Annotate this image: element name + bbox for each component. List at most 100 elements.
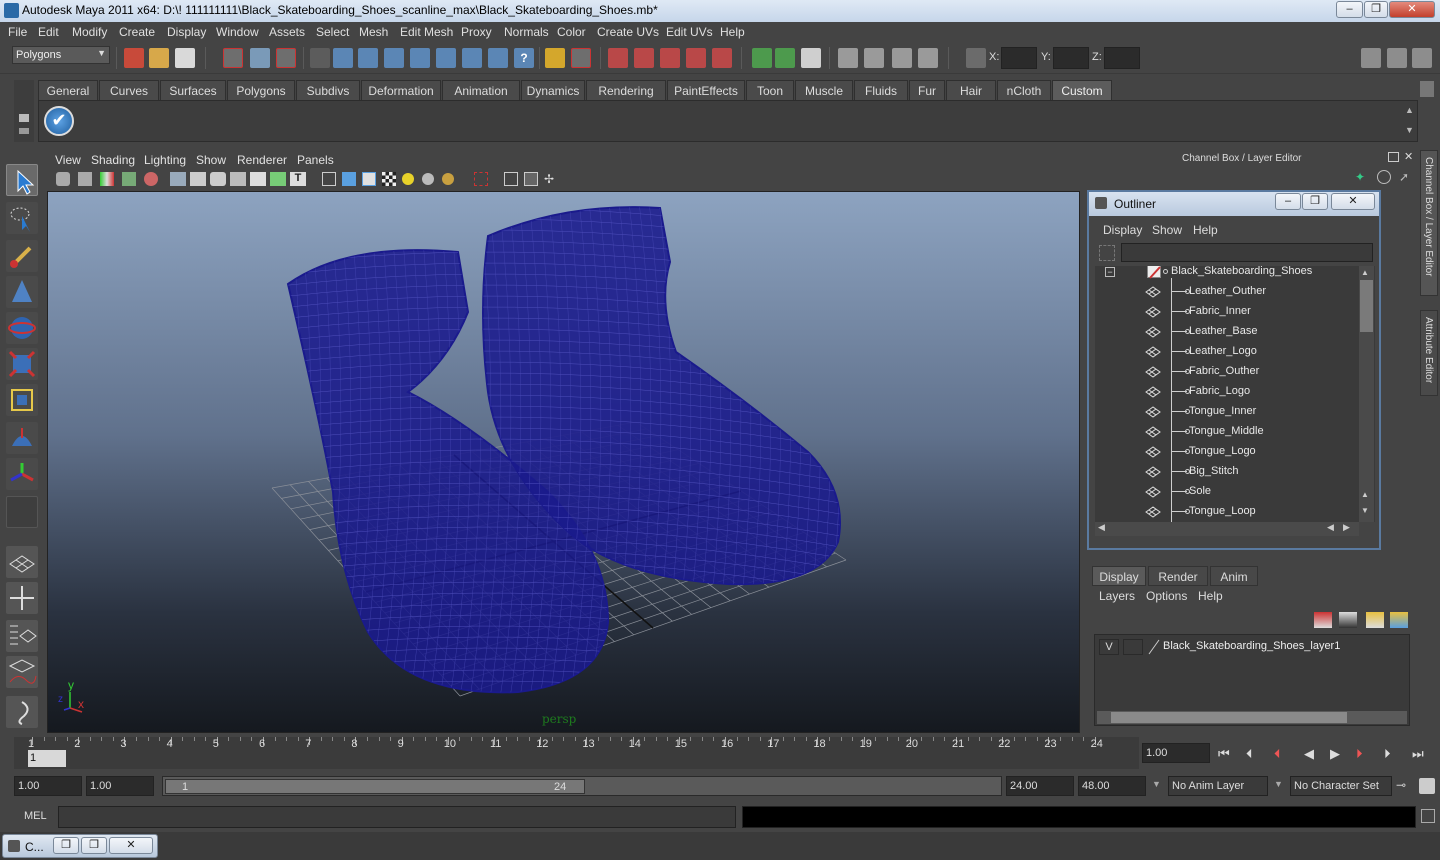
film-gate-icon[interactable] bbox=[190, 172, 206, 186]
step-back-frame-icon[interactable]: ⏴ bbox=[1246, 746, 1253, 762]
tab-subdivs[interactable]: Subdivs bbox=[296, 80, 360, 101]
layer-visibility-toggle[interactable]: V bbox=[1099, 639, 1119, 655]
x-input[interactable] bbox=[1001, 47, 1037, 69]
pick-walk-icon[interactable]: ➚ bbox=[1399, 170, 1413, 184]
select-tool-icon[interactable] bbox=[6, 164, 38, 196]
command-language-label[interactable]: MEL bbox=[24, 810, 47, 822]
persp-graph-layout-icon[interactable] bbox=[6, 656, 38, 688]
image-plane-icon[interactable] bbox=[122, 172, 136, 186]
scroll-down-icon[interactable]: ▼ bbox=[1361, 506, 1369, 515]
layer-tab-display[interactable]: Display bbox=[1092, 566, 1146, 586]
perspective-viewport[interactable]: persp y x z bbox=[47, 191, 1080, 733]
menu-assets[interactable]: Assets bbox=[269, 25, 305, 39]
menu-modify[interactable]: Modify bbox=[72, 25, 107, 39]
tab-rendering[interactable]: Rendering bbox=[586, 80, 666, 101]
collapse-icon[interactable]: − bbox=[1105, 267, 1115, 277]
shadows-icon[interactable] bbox=[442, 173, 454, 185]
current-time-field[interactable]: 1.00 bbox=[1142, 743, 1210, 763]
minimized-close-button[interactable]: ✕ bbox=[109, 837, 153, 854]
tab-surfaces[interactable]: Surfaces bbox=[160, 80, 226, 101]
camera-attributes-icon[interactable] bbox=[78, 172, 92, 186]
select-camera-icon[interactable] bbox=[56, 172, 70, 186]
outliner-item-root[interactable]: − Black_Skateboarding_Shoes bbox=[1095, 266, 1355, 282]
viewport-menu-view[interactable]: View bbox=[55, 153, 81, 167]
ipr-render-icon[interactable] bbox=[864, 48, 884, 68]
go-to-end-icon[interactable]: ⏭ bbox=[1412, 746, 1424, 762]
layer-tab-anim[interactable]: Anim bbox=[1210, 566, 1258, 586]
tab-animation[interactable]: Animation bbox=[442, 80, 520, 101]
maximize-button[interactable]: ❐ bbox=[1364, 1, 1388, 18]
help-question-icon[interactable]: ? bbox=[514, 48, 534, 68]
close-button[interactable]: ✕ bbox=[1389, 1, 1435, 18]
snap-to-view-planes-icon[interactable] bbox=[686, 48, 706, 68]
menu-display[interactable]: Display bbox=[167, 25, 206, 39]
outliner-item[interactable]: Leather_Base bbox=[1095, 322, 1355, 342]
channels-icon[interactable]: ✦ bbox=[1355, 170, 1369, 184]
start-time-field[interactable]: 1.00 bbox=[14, 776, 82, 796]
mode-selector[interactable]: Polygons ▼ bbox=[12, 46, 110, 64]
tab-curves[interactable]: Curves bbox=[99, 80, 159, 101]
range-slider-handle[interactable]: 1 24 bbox=[165, 779, 585, 794]
textured-icon[interactable] bbox=[382, 172, 396, 186]
render-settings-icon[interactable] bbox=[892, 48, 912, 68]
viewport-menu-show[interactable]: Show bbox=[196, 153, 226, 167]
construction-history-icon[interactable] bbox=[801, 48, 821, 68]
playback-end-field[interactable]: 24.00 bbox=[1006, 776, 1074, 796]
minimized-maximize-button[interactable]: ❐ bbox=[81, 837, 107, 854]
close-panel-icon[interactable]: ✕ bbox=[1404, 150, 1415, 163]
outliner-item[interactable]: Tongue_Inner bbox=[1095, 402, 1355, 422]
tab-dynamics[interactable]: Dynamics bbox=[521, 80, 585, 101]
select-deformations-icon[interactable] bbox=[436, 48, 456, 68]
outliner-vscrollbar[interactable]: ▲ ▲ ▼ bbox=[1359, 266, 1374, 522]
time-slider[interactable]: 1 2 3 4 5 6 7 8 9 10 11 12 13 14 15 16 17 18 19 20 21 22 23 24 … bbox=[14, 737, 1139, 769]
select-by-object-icon[interactable] bbox=[250, 48, 270, 68]
layer-menu-help[interactable]: Help bbox=[1198, 589, 1223, 603]
2d-pan-zoom-icon[interactable] bbox=[144, 172, 158, 186]
safe-title-icon[interactable]: T bbox=[290, 172, 306, 186]
outliner-search-field[interactable] bbox=[1121, 243, 1373, 262]
hypershade-icon[interactable] bbox=[918, 48, 938, 68]
save-scene-icon[interactable] bbox=[175, 48, 195, 68]
lasso-tool-icon[interactable] bbox=[6, 202, 38, 234]
outliner-item[interactable]: Fabric_Logo bbox=[1095, 382, 1355, 402]
menu-window[interactable]: Window bbox=[216, 25, 259, 39]
menu-create[interactable]: Create bbox=[119, 25, 155, 39]
transform-input-icon[interactable] bbox=[966, 48, 986, 68]
viewport-menu-renderer[interactable]: Renderer bbox=[237, 153, 287, 167]
show-hide-attribute-editor-icon[interactable] bbox=[1361, 48, 1381, 68]
shelf-scroll-up-icon[interactable]: ▲ bbox=[1405, 105, 1417, 115]
viewport-menu-lighting[interactable]: Lighting bbox=[144, 153, 186, 167]
layer-name[interactable]: Black_Skateboarding_Shoes_layer1 bbox=[1163, 640, 1340, 652]
outliner-item[interactable]: Fabric_Outher bbox=[1095, 362, 1355, 382]
layer-tab-render[interactable]: Render bbox=[1148, 566, 1208, 586]
persp-outliner-layout-icon[interactable] bbox=[6, 620, 38, 652]
anim-layer-dropdown[interactable]: No Anim Layer bbox=[1168, 776, 1268, 796]
end-time-field[interactable]: 48.00 bbox=[1078, 776, 1146, 796]
animation-preferences-icon[interactable] bbox=[1419, 778, 1435, 794]
shelf-menu-icon[interactable] bbox=[19, 114, 29, 122]
outliner-menu-help[interactable]: Help bbox=[1193, 223, 1218, 237]
show-hide-channel-box-icon[interactable] bbox=[1412, 48, 1432, 68]
move-layer-up-icon[interactable] bbox=[1314, 612, 1332, 628]
menu-edit-uvs[interactable]: Edit UVs bbox=[666, 25, 713, 39]
character-set-dropdown[interactable]: No Character Set bbox=[1290, 776, 1392, 796]
gate-mask-icon[interactable] bbox=[230, 172, 246, 186]
outliner-item[interactable]: Leather_Logo bbox=[1095, 342, 1355, 362]
tab-muscle[interactable]: Muscle bbox=[795, 80, 853, 101]
menu-select[interactable]: Select bbox=[316, 25, 349, 39]
layer-type-toggle[interactable] bbox=[1123, 639, 1143, 655]
make-live-icon[interactable] bbox=[712, 48, 732, 68]
scroll-right-icon[interactable]: ▶ bbox=[1343, 522, 1350, 533]
input-operations-icon[interactable] bbox=[752, 48, 772, 68]
viewport-menu-shading[interactable]: Shading bbox=[91, 153, 135, 167]
step-back-key-icon[interactable]: ⏴ bbox=[1274, 746, 1281, 762]
side-tab-attribute-editor[interactable]: Attribute Editor bbox=[1420, 310, 1438, 396]
menu-edit[interactable]: Edit bbox=[38, 25, 59, 39]
rotate-tool-icon[interactable] bbox=[6, 312, 38, 344]
objects-icon[interactable] bbox=[1377, 170, 1391, 184]
scroll-left-icon[interactable]: ◀ bbox=[1327, 522, 1334, 533]
menu-mesh[interactable]: Mesh bbox=[359, 25, 388, 39]
menu-create-uvs[interactable]: Create UVs bbox=[597, 25, 659, 39]
xray-joints-icon[interactable] bbox=[524, 172, 538, 186]
menu-normals[interactable]: Normals bbox=[504, 25, 549, 39]
